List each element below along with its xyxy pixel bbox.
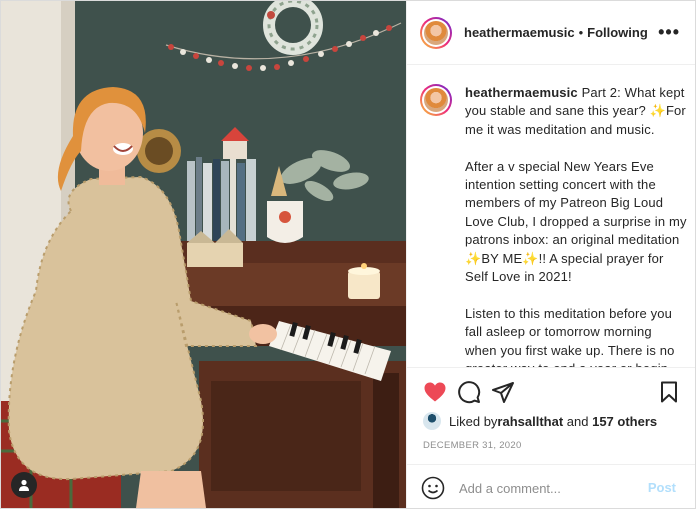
author-avatar[interactable] [420,16,452,49]
comment-composer: Post [407,464,695,508]
smiley-icon[interactable] [421,476,445,500]
sparkle-emoji: ✨ [522,250,539,266]
liker-username[interactable]: rahsallthat [497,414,563,429]
post-details-panel: heathermaemusic • Following ••• heatherm… [406,1,695,508]
post-photo[interactable] [1,1,406,508]
paper-plane-icon[interactable] [491,380,515,404]
caption-avatar[interactable] [420,84,452,116]
caption-username[interactable]: heathermaemusic [465,85,578,100]
sparkle-emoji: ✨ [649,103,666,119]
post-date[interactable]: DECEMBER 31, 2020 [423,440,522,451]
caption-part-2: After a v special New Years Eve intentio… [465,158,687,248]
sparkle-emoji: ✨ [465,250,482,266]
post-comment-button[interactable]: Post [648,480,676,495]
likes-summary: Liked by rahsallthat and 157 others [423,412,657,430]
comment-input[interactable] [457,479,651,497]
following-button[interactable]: Following [587,25,648,40]
likes-count-link[interactable]: 157 others [592,414,657,429]
post-header: heathermaemusic • Following ••• [407,1,695,65]
caption-part-3: Listen to this meditation before you fal… [465,305,675,367]
heart-icon[interactable] [423,380,447,404]
comment-icon[interactable] [457,380,481,404]
user-tag-button[interactable] [11,472,37,498]
user-tag-icon [19,479,29,491]
caption-part-2b: BY ME [481,250,523,266]
likes-middle: and [563,413,593,429]
author-username[interactable]: heathermaemusic [464,25,575,40]
caption-text: heathermaemusic Part 2: What kept you st… [465,84,687,367]
bookmark-icon[interactable] [657,380,681,404]
post-actions: Liked by rahsallthat and 157 others DECE… [407,367,695,508]
instagram-post: heathermaemusic • Following ••• heatherm… [0,0,696,509]
likes-prefix: Liked by [449,413,498,429]
header-separator: • [578,25,584,40]
liker-avatar[interactable] [423,412,441,430]
photo-illustration [1,1,406,508]
comments-area[interactable]: heathermaemusic Part 2: What kept you st… [407,65,695,367]
more-options-icon[interactable]: ••• [658,23,680,41]
